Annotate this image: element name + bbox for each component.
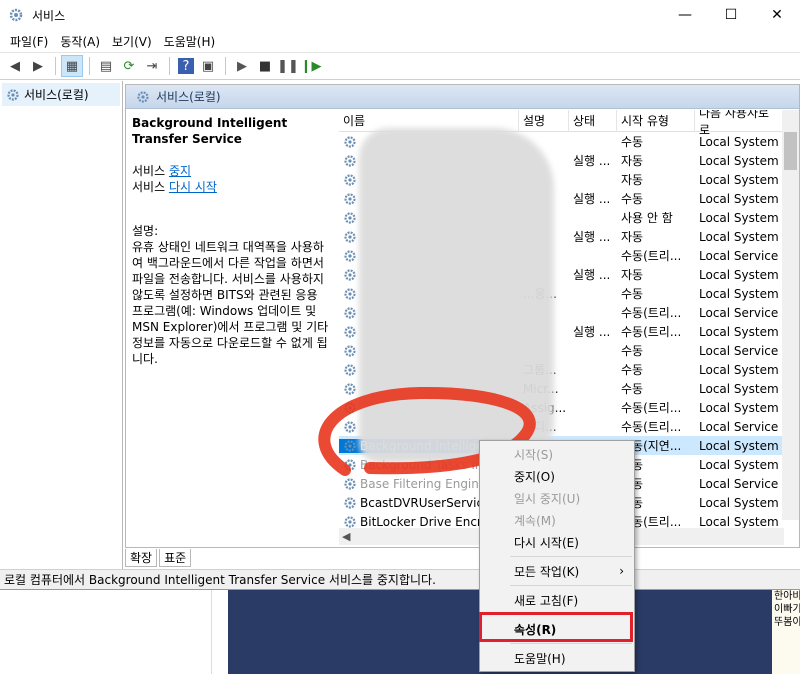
all-tasks-label: 모든 작업(K)	[514, 564, 580, 579]
menu-separator	[510, 643, 632, 644]
menu-item-help[interactable]: 도움말(H)	[480, 647, 634, 669]
menu-item-all-tasks[interactable]: 모든 작업(K) ›	[480, 560, 634, 582]
red-highlight-box	[479, 612, 633, 642]
menu-item-refresh[interactable]: 새로 고침(F)	[480, 589, 634, 611]
menu-item-stop[interactable]: 중지(O)	[480, 465, 634, 487]
menu-separator	[510, 556, 632, 557]
menu-separator	[510, 585, 632, 586]
chevron-right-icon: ›	[619, 564, 624, 578]
menu-item-resume[interactable]: 계속(M)	[480, 509, 634, 531]
menu-item-start[interactable]: 시작(S)	[480, 443, 634, 465]
menu-item-restart[interactable]: 다시 시작(E)	[480, 531, 634, 553]
red-annotation-loop	[318, 386, 536, 476]
menu-item-pause[interactable]: 일시 중지(U)	[480, 487, 634, 509]
